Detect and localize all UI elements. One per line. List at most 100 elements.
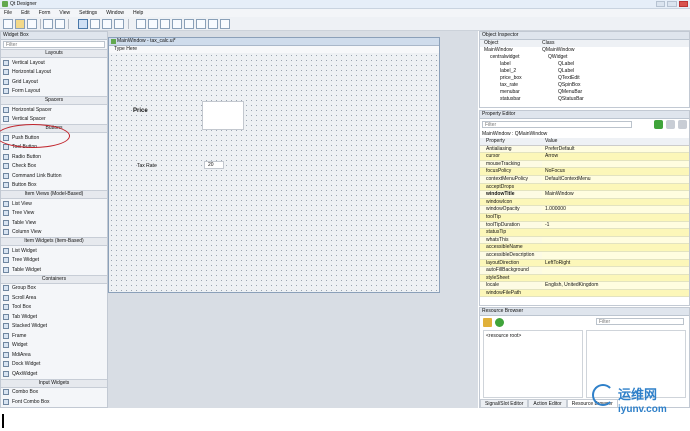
menu-file[interactable]: File — [4, 10, 12, 16]
adjust-size-icon[interactable] — [220, 19, 230, 29]
edit-resources-icon[interactable] — [483, 318, 492, 327]
widget-item-tree-widget[interactable]: Tree Widget — [1, 256, 107, 266]
tax-rate-label[interactable]: Tax Rate — [137, 163, 157, 169]
property-row-focuspolicy[interactable]: focusPolicy NoFocus — [480, 168, 689, 176]
tab-signal-slot-editor[interactable]: Signal/Slot Editor — [480, 399, 529, 408]
property-value[interactable]: 1.000000 — [542, 206, 689, 213]
property-row-tooltipduration[interactable]: toolTipDuration -1 — [480, 221, 689, 230]
close-button[interactable] — [678, 1, 688, 7]
bring-to-front-icon[interactable] — [55, 19, 65, 29]
widget-item-column-view[interactable]: Column View — [1, 228, 107, 238]
widget-item-button-box[interactable]: Button Box — [1, 181, 107, 191]
property-value[interactable]: PreferDefault — [542, 145, 689, 153]
category-input-widgets[interactable]: Input Widgets — [1, 378, 107, 388]
object-row[interactable]: MainWindow QMainWindow — [480, 47, 689, 54]
minimize-button[interactable] — [656, 1, 666, 7]
property-value[interactable] — [542, 229, 689, 236]
property-value[interactable]: MainWindow — [542, 191, 689, 198]
property-value[interactable] — [542, 274, 689, 282]
category-containers[interactable]: Containers — [1, 274, 107, 284]
property-row-statustip[interactable]: statusTip — [480, 229, 689, 237]
widget-item-stacked-widget[interactable]: Stacked Widget — [1, 322, 107, 332]
property-value[interactable]: Arrow — [542, 153, 689, 160]
property-row-accessiblename[interactable]: accessibleName — [480, 244, 689, 252]
widget-item-mdiarea[interactable]: MdiArea — [1, 350, 107, 360]
widget-item-combo-box[interactable]: Combo Box — [1, 388, 107, 398]
widget-item-frame[interactable]: Frame — [1, 331, 107, 341]
widget-item-list-view[interactable]: List View — [1, 199, 107, 209]
property-value[interactable]: DefaultContextMenu — [542, 175, 689, 183]
property-row-cursor[interactable]: cursor Arrow — [480, 153, 689, 161]
break-layout-icon[interactable] — [208, 19, 218, 29]
widget-item-command-link-button[interactable]: Command Link Button — [1, 171, 107, 181]
resource-filter[interactable]: Filter — [596, 318, 684, 325]
widget-item-form-layout[interactable]: Form Layout — [1, 87, 107, 97]
widget-item-tool-box[interactable]: Tool Box — [1, 303, 107, 313]
menu-window[interactable]: Window — [106, 10, 124, 16]
widget-box-filter[interactable]: Filter — [3, 41, 105, 48]
menu-edit[interactable]: Edit — [21, 10, 30, 16]
price-text-edit[interactable] — [202, 101, 244, 130]
widget-item-scroll-area[interactable]: Scroll Area — [1, 293, 107, 303]
reload-icon[interactable] — [495, 318, 504, 327]
property-row-accessibledescription[interactable]: accessibleDescription — [480, 251, 689, 260]
property-value[interactable] — [542, 198, 689, 206]
save-form-icon[interactable] — [27, 19, 37, 29]
layout-vertical-icon[interactable] — [148, 19, 158, 29]
property-row-windowfilepath[interactable]: windowFilePath — [480, 289, 689, 298]
object-row[interactable]: menubar QMenuBar — [480, 89, 689, 96]
widget-item-horizontal-layout[interactable]: Horizontal Layout — [1, 68, 107, 78]
widget-item-tree-view[interactable]: Tree View — [1, 209, 107, 219]
widget-item-radio-button[interactable]: Radio Button — [1, 152, 107, 162]
layout-form-icon[interactable] — [196, 19, 206, 29]
property-row-windowicon[interactable]: windowIcon — [480, 198, 689, 207]
property-row-windowopacity[interactable]: windowOpacity 1.000000 — [480, 206, 689, 214]
property-value[interactable] — [542, 244, 689, 251]
property-value[interactable]: English, UnitedKingdom — [542, 282, 689, 289]
property-value[interactable] — [542, 267, 689, 274]
property-value[interactable] — [542, 236, 689, 244]
widget-item-horizontal-spacer[interactable]: Horizontal Spacer — [1, 105, 107, 115]
tab-action-editor[interactable]: Action Editor — [528, 399, 567, 408]
property-row-windowtitle[interactable]: windowTitle MainWindow — [480, 191, 689, 199]
object-row[interactable]: statusbar QStatusBar — [480, 96, 689, 103]
widget-item-font-combo-box[interactable]: Font Combo Box — [1, 397, 107, 407]
menu-settings[interactable]: Settings — [79, 10, 97, 16]
category-spacers[interactable]: Spacers — [1, 96, 107, 105]
edit-tab-order-icon[interactable] — [114, 19, 124, 29]
object-row[interactable]: label_2 QLabel — [480, 68, 689, 75]
property-value[interactable]: NoFocus — [542, 168, 689, 175]
widget-item-widget[interactable]: Widget — [1, 341, 107, 351]
menu-form[interactable]: Form — [39, 10, 51, 16]
maximize-button[interactable] — [667, 1, 677, 7]
layout-splitter-h-icon[interactable] — [160, 19, 170, 29]
category-item-views-model-based[interactable]: Item Views (Model-Based) — [1, 190, 107, 199]
object-row[interactable]: price_box QTextEdit — [480, 75, 689, 82]
form-window[interactable]: MainWindow - tax_calc.ui* Type Here Pric… — [108, 37, 440, 293]
object-row[interactable]: centralwidget QWidget — [480, 54, 689, 61]
property-value[interactable] — [542, 289, 689, 297]
object-row[interactable]: label QLabel — [480, 61, 689, 68]
configure-icon[interactable] — [666, 120, 675, 129]
property-row-layoutdirection[interactable]: layoutDirection LeftToRight — [480, 259, 689, 268]
widget-item-vertical-spacer[interactable]: Vertical Spacer — [1, 115, 107, 125]
property-row-tooltip[interactable]: toolTip — [480, 213, 689, 222]
widget-item-dock-widget[interactable]: Dock Widget — [1, 360, 107, 370]
property-value[interactable]: LeftToRight — [542, 259, 689, 267]
menu-help[interactable]: Help — [133, 10, 143, 16]
category-item-widgets-item-based[interactable]: Item Widgets (Item-Based) — [1, 237, 107, 246]
object-row[interactable]: tax_rate QSpinBox — [480, 82, 689, 89]
property-row-locale[interactable]: locale English, UnitedKingdom — [480, 282, 689, 290]
widget-item-qaxwidget[interactable]: QAxWidget — [1, 369, 107, 379]
layout-grid-icon[interactable] — [184, 19, 194, 29]
layout-splitter-v-icon[interactable] — [172, 19, 182, 29]
edit-signals-slots-icon[interactable] — [90, 19, 100, 29]
new-form-icon[interactable] — [3, 19, 13, 29]
widget-item-list-widget[interactable]: List Widget — [1, 246, 107, 256]
category-layouts[interactable]: Layouts — [1, 49, 107, 58]
edit-buddies-icon[interactable] — [102, 19, 112, 29]
price-label[interactable]: Price — [133, 108, 148, 114]
wrench-icon[interactable] — [678, 120, 687, 129]
widget-item-grid-layout[interactable]: Grid Layout — [1, 77, 107, 87]
widget-item-table-view[interactable]: Table View — [1, 218, 107, 228]
